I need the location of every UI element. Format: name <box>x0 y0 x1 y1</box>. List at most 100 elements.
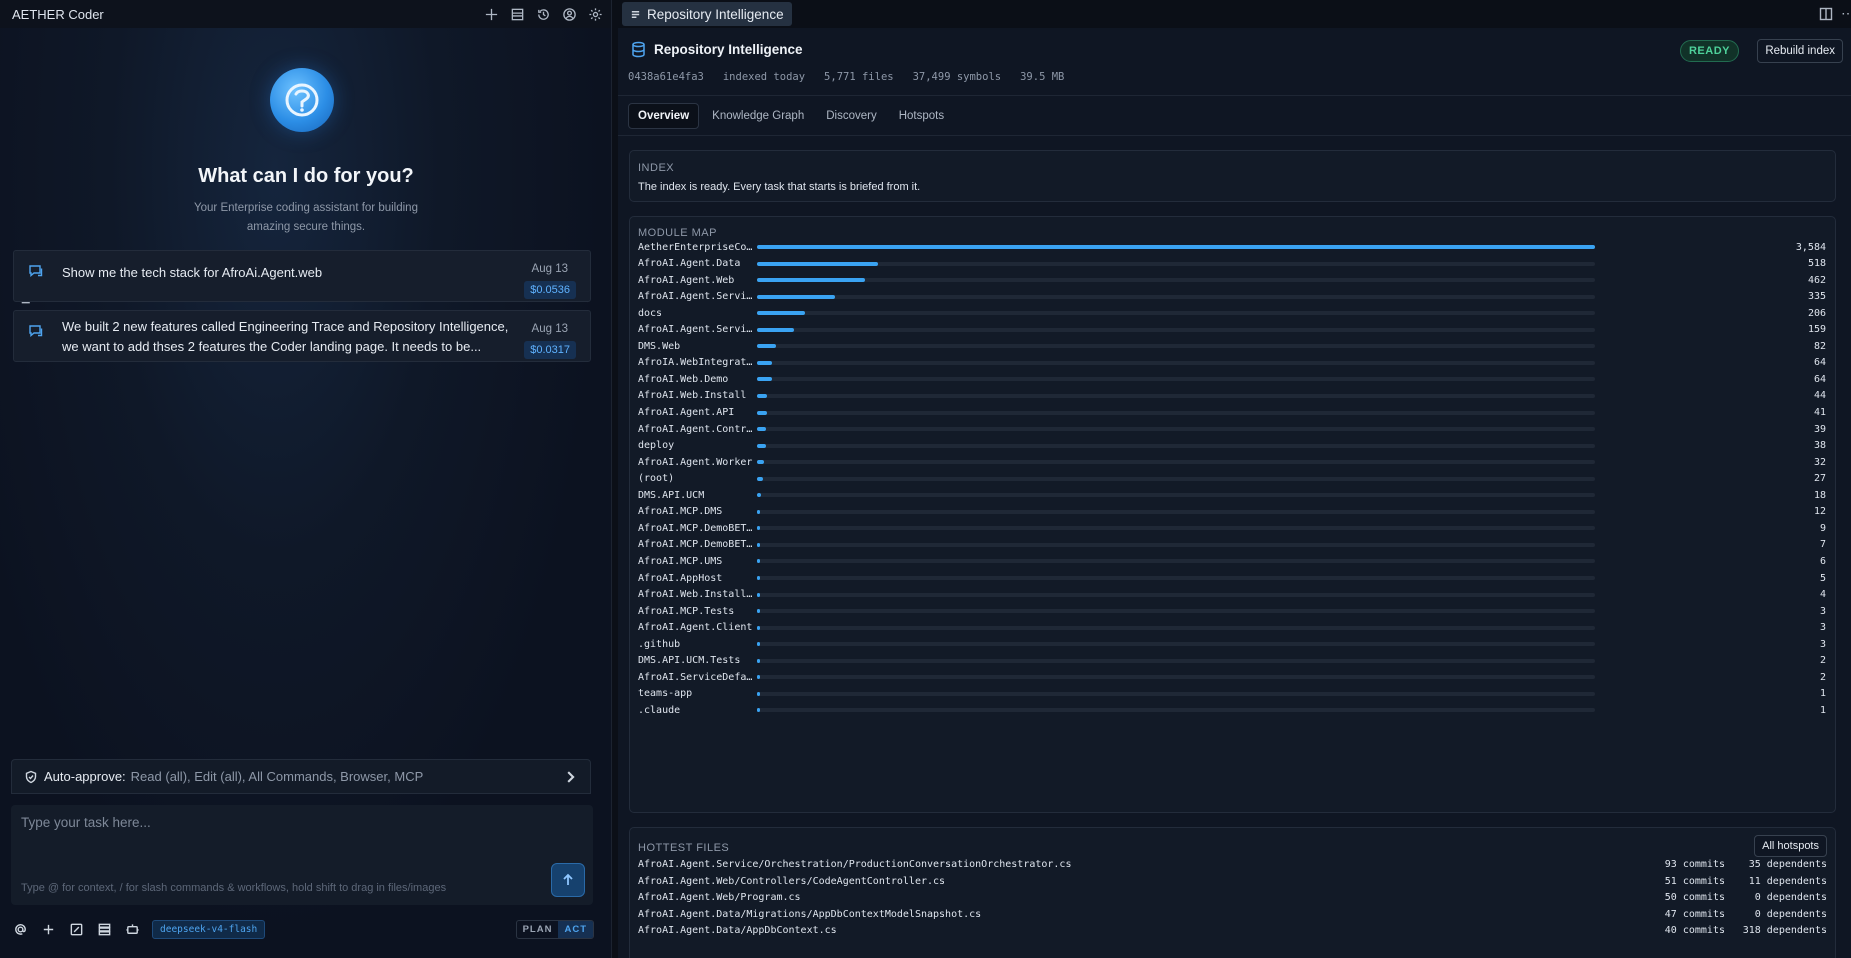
module-name: AfroAI.Web.Install.Tests <box>638 589 756 601</box>
index-section: INDEX The index is ready. Every task tha… <box>629 150 1836 202</box>
module-bar <box>757 526 760 531</box>
recent-task-text: We built 2 new features called Engineeri… <box>62 319 509 354</box>
hot-file-row[interactable]: AfroAI.Agent.Data/Migrations/AppDbContex… <box>638 909 1828 925</box>
tab-discovery[interactable]: Discovery <box>817 104 885 128</box>
auto-approve-label: Auto-approve: <box>44 769 126 784</box>
module-count: 41 <box>1813 407 1826 418</box>
task-input[interactable]: Type your task here... Type @ for contex… <box>11 805 593 905</box>
module-row[interactable]: docs 206 <box>638 305 1828 321</box>
plan-mode-button[interactable]: PLAN <box>517 921 559 938</box>
module-row[interactable]: AfroAI.Agent.Web 462 <box>638 272 1828 288</box>
recent-task-card[interactable]: We built 2 new features called Engineeri… <box>13 310 591 362</box>
module-row[interactable]: AfroAI.Agent.API 41 <box>638 405 1828 421</box>
module-bar <box>757 278 866 283</box>
module-row[interactable]: AfroAI.ServiceDefaults 2 <box>638 669 1828 685</box>
hot-file-row[interactable]: AfroAI.Agent.Web/Program.cs 50 commits 0 d… <box>638 892 1828 908</box>
module-map-section: MODULE MAP AetherEnterpriseCoder 3,584 Afr… <box>629 216 1836 813</box>
module-row[interactable]: AfroAI.Agent.Contracts 39 <box>638 421 1828 437</box>
plus-icon[interactable] <box>40 921 57 938</box>
repo-indexed: indexed today <box>722 71 806 83</box>
rebuild-index-button[interactable]: Rebuild index <box>1757 39 1843 63</box>
hot-file-row[interactable]: AfroAI.Agent.Service/Orchestration/Produ… <box>638 859 1828 875</box>
all-hotspots-button[interactable]: All hotspots <box>1754 835 1827 857</box>
module-bar <box>757 393 768 398</box>
module-row[interactable]: .github 3 <box>638 636 1828 652</box>
tab-overview[interactable]: Overview <box>628 103 700 129</box>
module-row[interactable]: AfroAI.Agent.Client 3 <box>638 620 1828 636</box>
chat-panel-header: AETHER Coder <box>0 0 611 28</box>
module-bar <box>757 377 772 382</box>
recent-task-date: Aug 13 <box>531 263 568 275</box>
module-row[interactable]: AfroAI.MCP.Tests 3 <box>638 603 1828 619</box>
module-bar <box>757 410 767 415</box>
module-row[interactable]: AfroAI.Agent.Data 518 <box>638 256 1828 272</box>
plus-icon[interactable] <box>483 6 499 22</box>
act-mode-button[interactable]: ACT <box>558 921 593 938</box>
module-bar <box>757 493 762 498</box>
tab-knowledge-graph[interactable]: Knowledge Graph <box>703 104 813 128</box>
module-bar <box>757 460 765 465</box>
module-row[interactable]: .claude 1 <box>638 702 1828 718</box>
module-row[interactable]: teams-app 1 <box>638 686 1828 702</box>
split-editor-icon[interactable] <box>1819 7 1833 21</box>
module-row[interactable]: AetherEnterpriseCoder 3,584 <box>638 239 1828 255</box>
module-bar-track <box>757 410 1595 415</box>
more-actions-icon[interactable]: ⋯ <box>1841 5 1851 22</box>
index-status-text: The index is ready. Every task that star… <box>638 181 921 193</box>
module-bar-track <box>757 542 1595 547</box>
account-icon[interactable] <box>561 6 577 22</box>
settings-icon[interactable] <box>587 6 603 22</box>
history-icon[interactable] <box>535 6 551 22</box>
server-icon[interactable] <box>96 921 113 938</box>
module-bar-track <box>757 427 1595 432</box>
hot-file-path: AfroAI.Agent.Service/Orchestration/Produ… <box>638 859 1072 870</box>
auto-approve-bar[interactable]: Auto-approve: Read (all), Edit (all), Al… <box>11 759 591 794</box>
recent-task-text: Show me the tech stack for AfroAi.Agent.… <box>62 265 323 280</box>
edit-icon[interactable] <box>68 921 85 938</box>
task-input-placeholder: Type your task here... <box>21 815 151 830</box>
recent-task-card[interactable]: Show me the tech stack for AfroAi.Agent.… <box>13 250 591 302</box>
model-selector[interactable]: deepseek-v4-flash <box>152 919 266 939</box>
module-row[interactable]: AfroIA.WebIntegration 64 <box>638 355 1828 371</box>
module-row[interactable]: DMS.Web 82 <box>638 338 1828 354</box>
module-row[interactable]: AfroAI.Web.Install 44 <box>638 388 1828 404</box>
module-count: 64 <box>1813 373 1826 385</box>
module-row[interactable]: DMS.API.UCM 18 <box>638 487 1828 503</box>
send-button[interactable] <box>551 863 585 897</box>
module-row[interactable]: AfroAI.MCP.DemoBET365.Tests 7 <box>638 537 1828 553</box>
module-bar-track <box>757 344 1595 349</box>
task-input-hint: Type @ for context, / for slash commands… <box>21 882 447 894</box>
aether-logo-icon <box>270 68 334 132</box>
module-count: 18 <box>1813 489 1826 501</box>
module-row[interactable]: AfroAI.Agent.ServiceDefaults 335 <box>638 289 1828 305</box>
tab-repository-intelligence[interactable]: Repository Intelligence <box>622 2 792 26</box>
module-row[interactable]: DMS.API.UCM.Tests 2 <box>638 653 1828 669</box>
module-row[interactable]: deploy 38 <box>638 438 1828 454</box>
module-row[interactable]: AfroAI.MCP.DemoBET365 9 <box>638 520 1828 536</box>
chat-panel-body: What can I do for you? Your Enterprise c… <box>0 28 611 958</box>
module-bar <box>757 609 760 614</box>
module-row[interactable]: AfroAI.Web.Demo 64 <box>638 371 1828 387</box>
hot-file-dependents: 0 dependents <box>1754 892 1827 903</box>
tab-hotspots[interactable]: Hotspots <box>890 104 953 128</box>
robot-icon[interactable] <box>124 921 141 938</box>
plan-act-toggle[interactable]: PLAN ACT <box>515 920 594 939</box>
module-row[interactable]: AfroAI.MCP.UMS 6 <box>638 553 1828 569</box>
module-bar <box>757 294 836 299</box>
layout-icon[interactable] <box>509 6 525 22</box>
module-row[interactable]: AfroAI.Web.Install.Tests 4 <box>638 587 1828 603</box>
hot-file-commits: 47 commits <box>1664 908 1725 920</box>
module-bar <box>757 576 760 580</box>
module-row[interactable]: AfroAI.MCP.DMS 12 <box>638 504 1828 520</box>
divider <box>618 135 1851 136</box>
module-row[interactable]: AfroAI.AppHost 5 <box>638 570 1828 586</box>
module-row[interactable]: AfroAI.Agent.Service 159 <box>638 322 1828 338</box>
module-count: 3 <box>1819 638 1826 650</box>
at-mention-icon[interactable] <box>12 921 29 938</box>
module-bar <box>757 476 764 481</box>
module-row[interactable]: AfroAI.Agent.Worker 32 <box>638 454 1828 470</box>
chat-bubble-icon <box>28 323 44 339</box>
module-row[interactable]: (root) 27 <box>638 471 1828 487</box>
hot-file-row[interactable]: AfroAI.Agent.Web/Controllers/CodeAgentCo… <box>638 876 1828 892</box>
hot-file-row[interactable]: AfroAI.Agent.Data/AppDbContext.cs 40 comm… <box>638 925 1828 941</box>
